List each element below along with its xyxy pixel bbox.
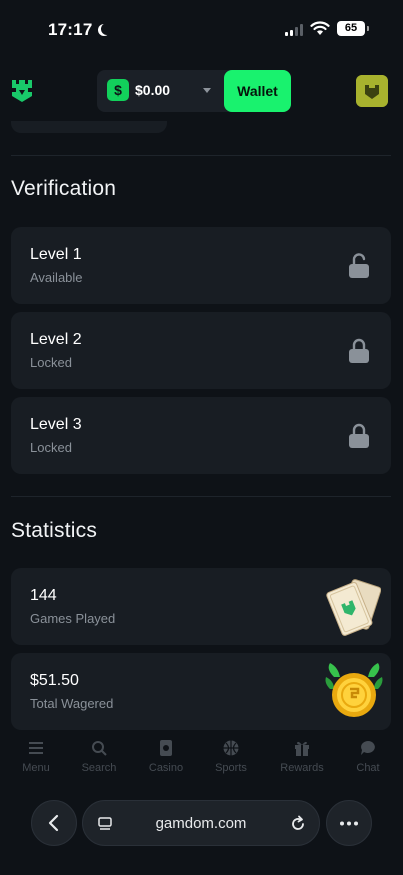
stat-label: Games Played bbox=[30, 611, 116, 626]
level-status: Locked bbox=[30, 355, 72, 370]
nav-item-casino[interactable]: Casino bbox=[133, 735, 199, 774]
level-status: Locked bbox=[30, 440, 72, 455]
stat-card-games-played: 144 Games Played bbox=[11, 568, 391, 645]
clock-text: 17:17 bbox=[48, 20, 93, 39]
nav-item-sports[interactable]: Sports bbox=[198, 735, 264, 774]
unlock-icon bbox=[349, 253, 369, 278]
chat-icon bbox=[361, 741, 375, 755]
nav-label: Sports bbox=[215, 762, 247, 774]
wifi-icon bbox=[310, 21, 330, 35]
reload-icon[interactable] bbox=[289, 815, 307, 833]
divider bbox=[11, 155, 391, 156]
battery-indicator: 65 bbox=[337, 21, 369, 36]
nav-item-search[interactable]: Search bbox=[66, 735, 132, 774]
balance-amount: $0.00 bbox=[135, 82, 171, 98]
nav-label: Casino bbox=[148, 762, 184, 774]
nav-label: Menu bbox=[22, 762, 50, 774]
nav-item-chat[interactable]: Chat bbox=[335, 735, 401, 774]
url-text: gamdom.com bbox=[155, 815, 247, 832]
dollar-icon: $ bbox=[107, 79, 129, 101]
nav-label: Search bbox=[81, 762, 117, 774]
status-time: 17:17 bbox=[48, 20, 110, 40]
stat-label: Total Wagered bbox=[30, 696, 114, 711]
level-name: Level 3 bbox=[30, 416, 82, 433]
lock-icon bbox=[349, 338, 369, 363]
level-status: Available bbox=[30, 270, 83, 285]
gold-coin-icon bbox=[325, 663, 383, 717]
stat-value: $51.50 bbox=[30, 672, 79, 689]
more-options-button[interactable] bbox=[326, 800, 372, 846]
verification-title: Verification bbox=[11, 177, 117, 200]
nav-label: Chat bbox=[356, 762, 380, 774]
statistics-title: Statistics bbox=[11, 519, 98, 542]
casino-icon bbox=[160, 740, 172, 756]
balance-selector[interactable]: $ $0.00 Wallet bbox=[97, 70, 291, 112]
bottom-navigation: Menu Search Casino Sports Rewards Chat bbox=[0, 735, 403, 785]
menu-icon bbox=[29, 742, 43, 754]
signal-icon bbox=[285, 24, 303, 36]
nav-item-rewards[interactable]: Rewards bbox=[269, 735, 335, 774]
verification-level-2-card[interactable]: Level 2 Locked bbox=[11, 312, 391, 389]
search-icon bbox=[92, 741, 107, 756]
chevron-left-icon bbox=[48, 814, 59, 832]
browser-toolbar: gamdom.com bbox=[0, 800, 403, 846]
ellipsis-icon bbox=[340, 821, 358, 826]
divider bbox=[11, 496, 391, 497]
stat-card-total-wagered: $51.50 Total Wagered bbox=[11, 653, 391, 730]
previous-card-edge bbox=[11, 121, 167, 133]
lock-icon bbox=[349, 423, 369, 448]
stat-value: 144 bbox=[30, 587, 57, 604]
gift-icon bbox=[295, 741, 309, 756]
verification-level-3-card[interactable]: Level 3 Locked bbox=[11, 397, 391, 474]
chevron-down-icon[interactable] bbox=[203, 88, 211, 93]
avatar[interactable] bbox=[356, 75, 388, 107]
wallet-button[interactable]: Wallet bbox=[224, 70, 291, 112]
nav-label: Rewards bbox=[280, 762, 324, 774]
nav-item-menu[interactable]: Menu bbox=[3, 735, 69, 774]
app-header: $ $0.00 Wallet bbox=[0, 60, 403, 120]
address-bar[interactable]: gamdom.com bbox=[82, 800, 320, 846]
gamdom-logo-icon[interactable] bbox=[10, 76, 34, 104]
status-bar: 17:17 65 bbox=[0, 0, 403, 58]
back-button[interactable] bbox=[31, 800, 77, 846]
playing-cards-icon bbox=[326, 579, 381, 636]
level-name: Level 2 bbox=[30, 331, 82, 348]
level-name: Level 1 bbox=[30, 246, 82, 263]
verification-level-1-card[interactable]: Level 1 Available bbox=[11, 227, 391, 304]
sports-icon bbox=[223, 740, 239, 756]
moon-icon bbox=[101, 23, 113, 35]
